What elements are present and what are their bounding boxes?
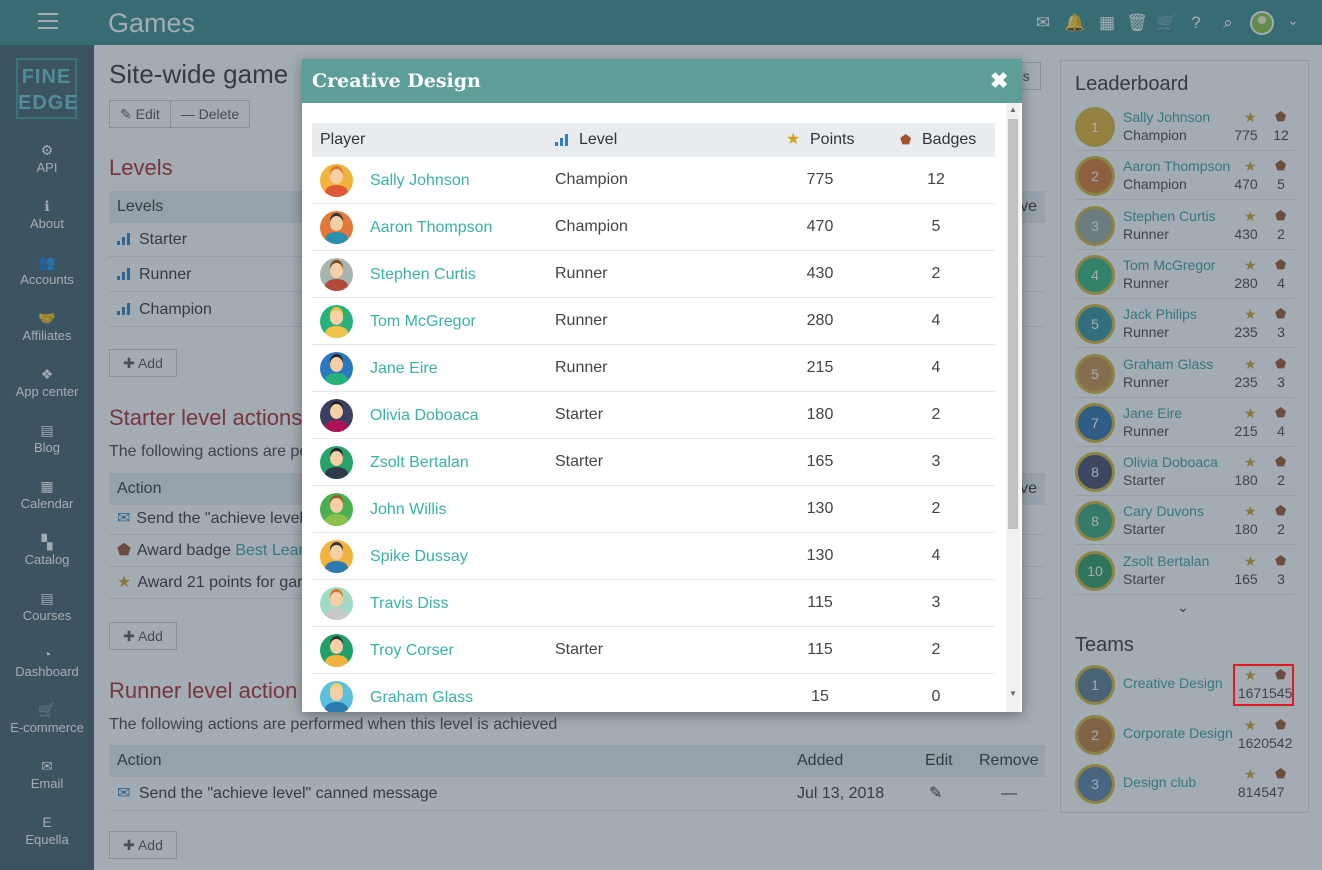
player-badges: 2 xyxy=(931,641,941,658)
modal-scrollbar[interactable]: ▲ ▼ xyxy=(1006,103,1020,712)
player-level: Runner xyxy=(555,312,608,329)
player-badges: 4 xyxy=(931,359,941,376)
player-points: 215 xyxy=(806,359,834,376)
player-avatar xyxy=(320,352,353,385)
player-row[interactable]: Stephen Curtis Runner 430 2 xyxy=(312,251,995,298)
player-avatar xyxy=(320,681,353,712)
player-badges: 2 xyxy=(931,265,941,282)
player-avatar xyxy=(320,493,353,526)
star-icon: ★ xyxy=(786,131,801,148)
highlight-box xyxy=(1233,664,1294,706)
player-row[interactable]: John Willis 130 2 xyxy=(312,486,995,533)
player-points: 115 xyxy=(807,641,833,658)
player-level: Champion xyxy=(555,218,628,235)
player-name-link[interactable]: Tom McGregor xyxy=(370,313,476,331)
player-name-link[interactable]: Olivia Doboaca xyxy=(370,407,479,425)
player-points: 130 xyxy=(806,500,834,517)
player-badges: 2 xyxy=(931,500,941,517)
player-avatar xyxy=(320,587,353,620)
close-icon[interactable]: ✖ xyxy=(990,68,1008,94)
player-name-link[interactable]: Aaron Thompson xyxy=(370,219,492,237)
player-avatar xyxy=(320,164,353,197)
player-badges: 4 xyxy=(931,312,941,329)
player-points: 165 xyxy=(806,453,834,470)
player-avatar xyxy=(320,540,353,573)
badges-column-header: Badges xyxy=(922,131,977,148)
scroll-down-icon[interactable]: ▼ xyxy=(1009,689,1017,698)
player-avatar xyxy=(320,399,353,432)
player-badges: 4 xyxy=(931,547,941,564)
player-level: Runner xyxy=(555,359,608,376)
player-name-link[interactable]: Troy Corser xyxy=(370,642,454,660)
player-level: Starter xyxy=(555,641,604,658)
player-row[interactable]: Spike Dussay 130 4 xyxy=(312,533,995,580)
player-avatar xyxy=(320,634,353,667)
player-level: Champion xyxy=(555,171,628,188)
player-points: 280 xyxy=(806,312,834,329)
player-name-link[interactable]: Stephen Curtis xyxy=(370,266,476,284)
scrollbar-thumb[interactable] xyxy=(1008,119,1018,529)
player-avatar xyxy=(320,305,353,338)
player-row[interactable]: Sally Johnson Champion 775 12 xyxy=(312,157,995,204)
player-row[interactable]: Troy Corser Starter 115 2 xyxy=(312,627,995,674)
player-name-link[interactable]: John Willis xyxy=(370,501,446,519)
player-level: Starter xyxy=(555,453,604,470)
modal-title: Creative Design xyxy=(312,70,481,92)
player-points: 430 xyxy=(806,265,834,282)
player-row[interactable]: Graham Glass 15 0 xyxy=(312,674,995,712)
player-avatar xyxy=(320,446,353,479)
player-row[interactable]: Olivia Doboaca Starter 180 2 xyxy=(312,392,995,439)
modal-body: Player Level ★ Points ⬟ Badges Sally Joh… xyxy=(302,103,1022,712)
player-badges: 2 xyxy=(931,406,941,423)
player-points: 775 xyxy=(806,171,834,188)
player-name-link[interactable]: Spike Dussay xyxy=(370,548,468,566)
players-table-header: Player Level ★ Points ⬟ Badges xyxy=(312,123,995,157)
player-row[interactable]: Aaron Thompson Champion 470 5 xyxy=(312,204,995,251)
player-name-link[interactable]: Travis Diss xyxy=(370,595,449,613)
player-row[interactable]: Jane Eire Runner 215 4 xyxy=(312,345,995,392)
player-points: 130 xyxy=(806,547,834,564)
player-avatar xyxy=(320,211,353,244)
level-column-header: Level xyxy=(579,131,618,148)
player-badges: 12 xyxy=(927,171,945,188)
player-name-link[interactable]: Sally Johnson xyxy=(370,172,470,190)
points-column-header: Points xyxy=(810,131,855,148)
player-avatar xyxy=(320,258,353,291)
player-badges: 0 xyxy=(931,688,941,705)
player-badges: 5 xyxy=(931,218,941,235)
player-name-link[interactable]: Graham Glass xyxy=(370,689,473,707)
player-badges: 3 xyxy=(931,453,941,470)
player-row[interactable]: Travis Diss 115 3 xyxy=(312,580,995,627)
player-badges: 3 xyxy=(931,594,941,611)
player-points: 15 xyxy=(811,688,829,705)
player-points: 180 xyxy=(806,406,834,423)
player-name-link[interactable]: Jane Eire xyxy=(370,360,438,378)
player-column-header: Player xyxy=(320,131,366,148)
player-name-link[interactable]: Zsolt Bertalan xyxy=(370,454,469,472)
scroll-up-icon[interactable]: ▲ xyxy=(1009,105,1017,114)
level-bars-icon xyxy=(555,134,569,146)
player-level: Starter xyxy=(555,406,604,423)
player-row[interactable]: Zsolt Bertalan Starter 165 3 xyxy=(312,439,995,486)
player-level: Runner xyxy=(555,265,608,282)
player-points: 115 xyxy=(807,594,833,611)
player-points: 470 xyxy=(806,218,834,235)
player-row[interactable]: Tom McGregor Runner 280 4 xyxy=(312,298,995,345)
team-modal: Creative Design ✖ Player Level ★ Points … xyxy=(302,59,1022,712)
shield-icon: ⬟ xyxy=(900,132,912,147)
modal-header: Creative Design ✖ xyxy=(302,59,1022,103)
